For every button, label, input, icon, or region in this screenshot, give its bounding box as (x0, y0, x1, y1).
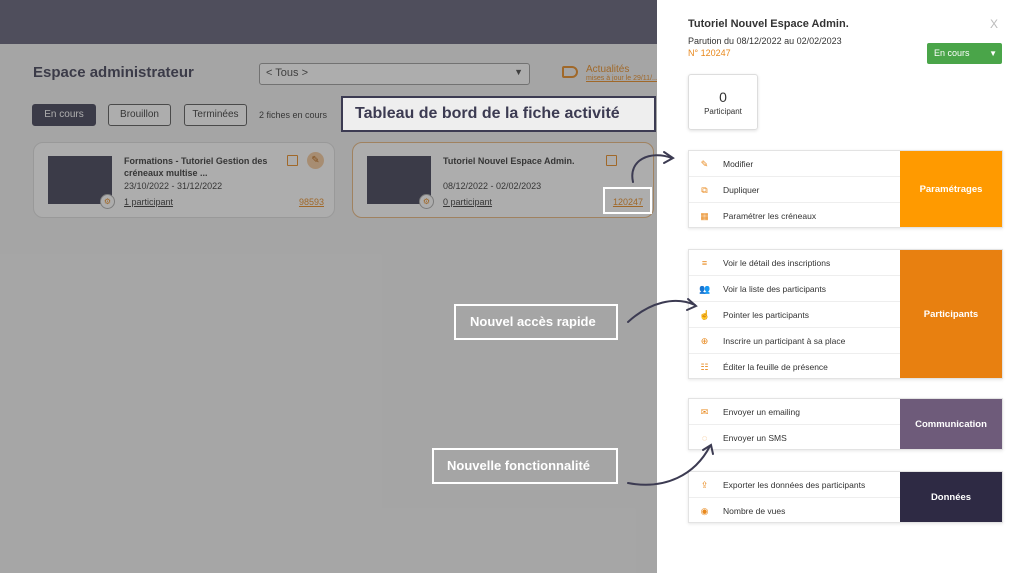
callout-dashboard: Tableau de bord de la fiche activité (341, 96, 656, 132)
checklist-icon: ☷ (700, 362, 709, 372)
menu-item-envoyer-emailing[interactable]: ✉ Envoyer un emailing (689, 399, 901, 425)
menu-item-nombre-vues[interactable]: ◉ Nombre de vues (689, 498, 901, 524)
menu-item-parametrer-creneaux[interactable]: ▦ Paramétrer les créneaux (689, 203, 901, 229)
activity-dashboard-panel: Tutoriel Nouvel Espace Admin. X Parution… (657, 0, 1030, 573)
copy-icon: ⧉ (701, 185, 708, 195)
chat-bubble-icon: ◌ (701, 433, 708, 443)
menu-item-dupliquer[interactable]: ⧉ Dupliquer (689, 177, 901, 203)
envelope-icon: ✉ (700, 407, 709, 417)
participant-count: 0 (719, 89, 727, 105)
participant-label: Participant (704, 107, 742, 116)
list-icon: ≡ (701, 258, 708, 268)
group-parametrages: ✎ Modifier ⧉ Dupliquer ▦ Paramétrer les cré… (688, 150, 1003, 228)
group-participants: ≡ Voir le détail des inscriptions 👥 Voir l… (688, 249, 1003, 379)
menu-item-label: Exporter les données des participants (723, 480, 866, 490)
export-icon: ⇪ (700, 480, 709, 490)
status-select-value: En cours (934, 48, 970, 58)
callout-new-feature: Nouvelle fonctionnalité (432, 448, 618, 484)
group-communication: ✉ Envoyer un emailing ◌ Envoyer un SMS Com… (688, 398, 1003, 450)
callout-quick-access: Nouvel accès rapide (454, 304, 618, 340)
pencil-icon: ✎ (700, 159, 709, 169)
group-label-participants: Participants (900, 250, 1002, 378)
menu-item-envoyer-sms[interactable]: ◌ Envoyer un SMS (689, 425, 901, 451)
menu-item-label: Pointer les participants (723, 310, 809, 320)
menu-item-modifier[interactable]: ✎ Modifier (689, 151, 901, 177)
status-select[interactable]: En cours ▼ (927, 43, 1002, 64)
group-label-parametrages: Paramétrages (900, 151, 1002, 227)
menu-item-label: Nombre de vues (723, 506, 786, 516)
group-donnees: ⇪ Exporter les données des participants ◉… (688, 471, 1003, 523)
menu-item-inscrire-participant[interactable]: ⊕ Inscrire un participant à sa place (689, 328, 901, 354)
number-highlight-frame (603, 187, 652, 214)
menu-item-label: Éditer la feuille de présence (723, 362, 828, 372)
hand-pointer-icon: ☝ (699, 310, 711, 320)
plus-circle-icon: ⊕ (700, 336, 709, 346)
panel-number: N° 120247 (688, 48, 731, 58)
menu-item-feuille-presence[interactable]: ☷ Éditer la feuille de présence (689, 354, 901, 380)
menu-item-label: Paramétrer les créneaux (723, 211, 817, 221)
menu-item-label: Envoyer un emailing (723, 407, 801, 417)
menu-item-liste-participants[interactable]: 👥 Voir la liste des participants (689, 276, 901, 302)
panel-title: Tutoriel Nouvel Espace Admin. (688, 18, 849, 30)
menu-item-exporter-donnees[interactable]: ⇪ Exporter les données des participants (689, 472, 901, 498)
chevron-down-icon: ▼ (989, 49, 997, 58)
menu-item-label: Voir le détail des inscriptions (723, 258, 831, 268)
menu-item-label: Modifier (723, 159, 754, 169)
menu-item-label: Dupliquer (723, 185, 760, 195)
participant-counter: 0 Participant (688, 74, 758, 130)
menu-item-label: Envoyer un SMS (723, 433, 787, 443)
menu-item-pointer-participants[interactable]: ☝ Pointer les participants (689, 302, 901, 328)
panel-dates: Parution du 08/12/2022 au 02/02/2023 (688, 36, 842, 46)
menu-item-detail-inscriptions[interactable]: ≡ Voir le détail des inscriptions (689, 250, 901, 276)
eye-icon: ◉ (700, 506, 709, 516)
people-icon: 👥 (699, 284, 711, 294)
group-label-donnees: Données (900, 472, 1002, 522)
menu-item-label: Voir la liste des participants (723, 284, 826, 294)
group-label-communication: Communication (900, 399, 1002, 449)
menu-item-label: Inscrire un participant à sa place (723, 336, 846, 346)
calendar-icon: ▦ (700, 211, 709, 221)
close-icon[interactable]: X (990, 17, 998, 31)
